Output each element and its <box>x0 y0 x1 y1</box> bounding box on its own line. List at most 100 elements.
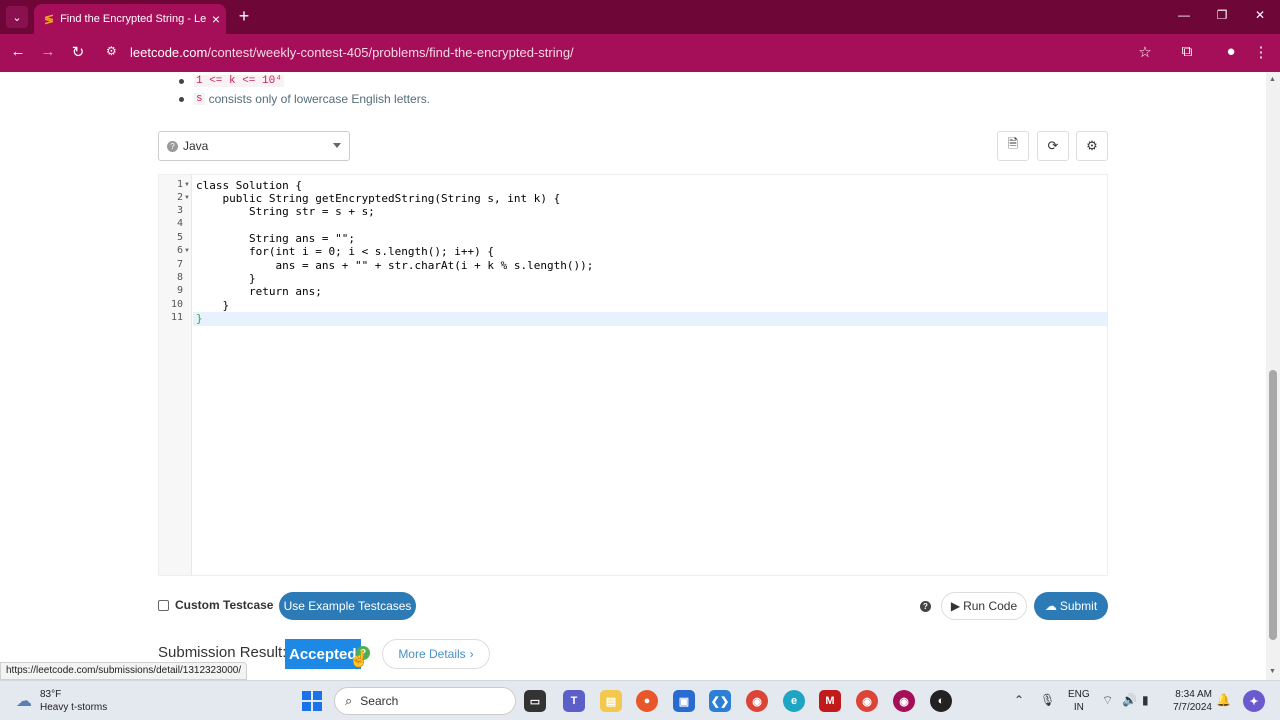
code-line: for(int i = 0; i < s.length(); i++) { <box>196 245 495 258</box>
new-tab-icon[interactable]: + <box>234 6 254 27</box>
action-row: Custom Testcase Use Example Testcases ? … <box>0 590 1280 630</box>
chevron-down-icon <box>333 143 341 148</box>
taskbar-search-label: Search <box>360 694 399 708</box>
submit-label: Submit <box>1059 599 1098 613</box>
line-number: 3 <box>176 205 183 216</box>
code-line: } <box>196 272 256 285</box>
teams-icon[interactable]: T <box>563 690 585 712</box>
scrollbar-thumb[interactable] <box>1269 370 1277 640</box>
wifi-icon[interactable]: ⌔ <box>1102 693 1113 708</box>
microphone-icon[interactable]: 🎙 <box>1040 693 1055 707</box>
constraint-code: s <box>194 93 205 105</box>
tray-chevron-up-icon[interactable]: ⌃ <box>1014 693 1024 707</box>
profile-icon[interactable]: ● <box>1221 43 1241 60</box>
tab-title: Find the Encrypted String - LeetCode <box>60 13 206 25</box>
mouse-cursor-icon: ☝ <box>349 651 369 668</box>
restore-icon[interactable]: ❐ <box>1212 8 1232 22</box>
code-line: String ans = ""; <box>196 232 355 245</box>
line-number: 7 <box>176 259 183 270</box>
fold-arrow-icon[interactable]: ▼ <box>184 182 190 188</box>
cloud-upload-icon: ☁ <box>1044 599 1057 613</box>
help-icon[interactable]: ? <box>920 601 931 612</box>
window-close-icon[interactable]: ✕ <box>1250 8 1270 22</box>
language-select[interactable]: ? Java <box>158 131 350 161</box>
tab-close-icon[interactable]: × <box>206 11 226 27</box>
code-line: String str = s + s; <box>196 205 375 218</box>
line-number: 11 <box>170 312 183 323</box>
url-domain: leetcode.com <box>130 45 208 60</box>
chrome-icon[interactable]: ◉ <box>746 690 768 712</box>
extensions-icon[interactable]: ⧉ <box>1177 43 1197 60</box>
use-example-testcases-button[interactable]: Use Example Testcases <box>279 592 416 620</box>
url-path: /contest/weekly-contest-405/problems/fin… <box>207 45 574 60</box>
browser-menu-icon[interactable]: ⋮ <box>1251 43 1271 61</box>
line-number: 6 <box>176 245 183 256</box>
forward-arrow-icon[interactable]: → <box>38 43 58 60</box>
active-line-highlight <box>193 312 1107 326</box>
tab-search-dropdown[interactable]: ⌄ <box>6 6 28 28</box>
run-code-label: Run Code <box>963 599 1018 613</box>
task-view-icon[interactable]: ▭ <box>524 690 546 712</box>
reset-code-button[interactable]: ⟳ <box>1037 131 1069 161</box>
minimize-icon[interactable]: — <box>1174 8 1194 22</box>
line-number: 10 <box>170 299 183 310</box>
code-line: return ans; <box>196 285 322 298</box>
refresh-icon: ⟳ <box>1047 138 1059 153</box>
line-number: 2 <box>176 192 183 203</box>
reload-icon[interactable]: ↻ <box>68 43 88 61</box>
battery-icon[interactable]: ▮ <box>1142 693 1149 707</box>
fold-arrow-icon[interactable]: ▼ <box>184 195 190 201</box>
chrome-profile-icon[interactable]: ◉ <box>856 690 878 712</box>
volume-icon[interactable]: 🔊 <box>1122 693 1137 707</box>
store-icon[interactable]: ▣ <box>673 690 695 712</box>
document-button[interactable]: 🗎 <box>997 131 1029 161</box>
copilot-icon[interactable]: ✦ <box>1243 690 1265 712</box>
line-number: 8 <box>176 272 183 283</box>
language-code: ENG <box>1068 689 1090 700</box>
input-language[interactable]: ENG IN <box>1068 688 1090 714</box>
edge-icon[interactable]: e <box>783 690 805 712</box>
site-info-icon[interactable]: ⚙ <box>106 44 117 58</box>
chrome-active-icon[interactable]: ◉ <box>893 690 915 712</box>
submit-button[interactable]: ☁ Submit <box>1034 592 1108 620</box>
constraints-list: 1 <= k <= 10⁴ s consists only of lowercas… <box>176 72 430 108</box>
weather-widget[interactable]: ☁ 83°F Heavy t-storms <box>16 688 107 714</box>
settings-icon: ⚙ <box>1086 138 1098 153</box>
scroll-down-icon[interactable]: ▼ <box>1269 668 1276 675</box>
taskbar-clock[interactable]: 8:34 AM 7/7/2024 <box>1168 688 1212 714</box>
language-value: Java <box>183 139 209 153</box>
browser-tab-active[interactable]: ≶ Find the Encrypted String - LeetCode × <box>34 4 226 34</box>
taskbar-search-input[interactable]: ⌕ Search <box>334 687 516 715</box>
custom-testcase-checkbox[interactable] <box>158 600 169 611</box>
more-details-button[interactable]: More Details › <box>382 639 490 669</box>
back-arrow-icon[interactable]: ← <box>8 43 28 60</box>
line-number: 4 <box>176 218 183 229</box>
run-code-button[interactable]: ▶ Run Code <box>941 592 1027 620</box>
language-region: IN <box>1073 702 1084 713</box>
windows-start-icon[interactable] <box>302 691 322 711</box>
storm-cloud-icon: ☁ <box>16 693 32 710</box>
url-field[interactable]: leetcode.com/contest/weekly-contest-405/… <box>130 45 574 60</box>
line-number: 9 <box>176 285 183 296</box>
obs-icon[interactable]: ◐ <box>930 690 952 712</box>
fold-arrow-icon[interactable]: ▼ <box>184 248 190 254</box>
line-number: 1 <box>176 179 183 190</box>
scroll-up-icon[interactable]: ▲ <box>1269 76 1276 83</box>
firefox-icon[interactable]: ● <box>636 690 658 712</box>
mcafee-icon[interactable]: M <box>819 690 841 712</box>
link-status-url: https://leetcode.com/submissions/detail/… <box>0 662 248 680</box>
page-scrollbar[interactable]: ▲ ▼ <box>1266 72 1280 680</box>
notification-bell-icon[interactable]: 🔔 <box>1216 693 1231 707</box>
code-line: public String getEncryptedString(String … <box>196 192 561 205</box>
vscode-icon[interactable]: ❮❯ <box>709 690 731 712</box>
custom-testcase-label[interactable]: Custom Testcase <box>175 598 273 612</box>
constraint-item: s consists only of lowercase English lett… <box>176 90 430 108</box>
file-explorer-icon[interactable]: ▤ <box>600 690 622 712</box>
code-line: } <box>196 299 230 312</box>
code-editor[interactable]: 1 2 3 4 5 6 7 8 9 10 11 ▼ ▼ ▼ class Solu… <box>158 174 1108 576</box>
code-line: } <box>196 312 203 325</box>
weather-text: 83°F Heavy t-storms <box>40 688 107 714</box>
editor-settings-button[interactable]: ⚙ <box>1076 131 1108 161</box>
chevron-right-icon: › <box>469 647 474 661</box>
bookmark-star-icon[interactable]: ☆ <box>1135 43 1155 61</box>
